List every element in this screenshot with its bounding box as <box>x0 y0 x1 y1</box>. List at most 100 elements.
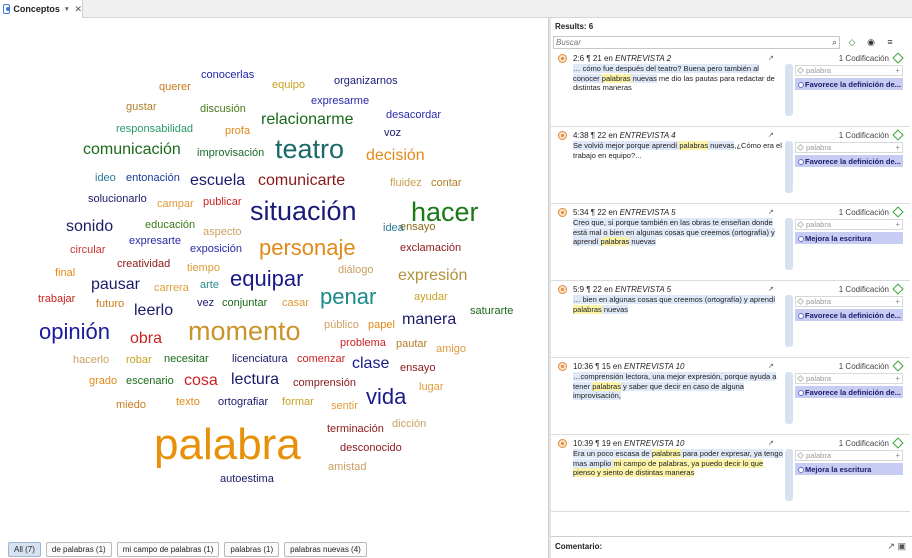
filter-button[interactable]: de palabras (1) <box>45 541 112 557</box>
cloud-word[interactable]: relacionarme <box>261 112 353 128</box>
code-tag[interactable]: Favorece la definición de... <box>795 386 903 398</box>
eye-icon[interactable]: ◉ <box>864 37 878 48</box>
cloud-word[interactable]: expresión <box>398 268 467 284</box>
code-tag[interactable]: Favorece la definición de... <box>795 155 903 167</box>
cloud-word[interactable]: formar <box>282 397 314 408</box>
open-quotation-icon[interactable]: ↗ <box>768 54 774 62</box>
cloud-word[interactable]: final <box>55 268 75 279</box>
result-card[interactable]: 5:34 ¶ 22 en ENTREVISTA 5 ↗ Creo que, si p… <box>551 205 910 281</box>
cloud-word[interactable]: personaje <box>259 237 356 259</box>
cloud-word[interactable]: obra <box>130 331 162 347</box>
cloud-word[interactable]: idea <box>383 223 404 234</box>
code-diamond-icon[interactable] <box>892 283 904 295</box>
cloud-word[interactable]: diálogo <box>338 265 373 276</box>
result-card[interactable]: 5:9 ¶ 22 en ENTREVISTA 5 ↗ … bien en algun… <box>551 282 910 358</box>
cloud-word[interactable]: escuela <box>190 173 245 189</box>
code-filter-icon[interactable]: ◇ <box>845 37 859 48</box>
cloud-word[interactable]: solucionarlo <box>88 194 147 205</box>
cloud-word[interactable]: sonido <box>66 219 113 235</box>
cloud-word[interactable]: momento <box>188 318 301 345</box>
code-diamond-icon[interactable] <box>892 437 904 449</box>
code-diamond-icon[interactable] <box>892 360 904 372</box>
filter-button[interactable]: All (7) <box>8 541 41 557</box>
cloud-word[interactable]: ideo <box>95 173 116 184</box>
cloud-word[interactable]: autoestima <box>220 474 274 485</box>
cloud-word[interactable]: profa <box>225 126 250 137</box>
code-tag[interactable]: Mejora la escritura <box>795 463 903 475</box>
cloud-word[interactable]: sentir <box>331 401 358 412</box>
cloud-word[interactable]: miedo <box>116 400 146 411</box>
cloud-word[interactable]: equipo <box>272 80 305 91</box>
add-code-input[interactable]: palabra + <box>795 142 903 153</box>
cloud-word[interactable]: educación <box>145 220 195 231</box>
code-diamond-icon[interactable] <box>892 52 904 64</box>
add-code-icon[interactable]: + <box>895 220 900 229</box>
save-icon[interactable]: ▣ <box>897 541 906 551</box>
cloud-word[interactable]: escenario <box>126 376 174 387</box>
search-icon[interactable]: ⌕ <box>832 37 837 48</box>
code-tag[interactable]: Mejora la escritura <box>795 232 903 244</box>
cloud-word[interactable]: lugar <box>419 382 443 393</box>
cloud-word[interactable]: equipar <box>230 268 303 290</box>
cloud-word[interactable]: desconocido <box>340 443 402 454</box>
cloud-word[interactable]: necesitar <box>164 354 209 365</box>
result-card[interactable]: 10:39 ¶ 19 en ENTREVISTA 10 ↗ Era un poco … <box>551 436 910 512</box>
cloud-word[interactable]: aspecto <box>203 227 242 238</box>
cloud-word[interactable]: situación <box>250 198 357 225</box>
cloud-word[interactable]: lectura <box>231 372 279 388</box>
add-code-input[interactable]: palabra + <box>795 219 903 230</box>
cloud-word[interactable]: exposición <box>190 244 242 255</box>
cloud-word[interactable]: amigo <box>436 344 466 355</box>
cloud-word[interactable]: público <box>324 320 359 331</box>
cloud-word[interactable]: exclamación <box>400 243 461 254</box>
cloud-word[interactable]: improvisación <box>197 148 264 159</box>
cloud-word[interactable]: opinión <box>39 321 110 343</box>
cloud-word[interactable]: penar <box>320 286 376 308</box>
cloud-word[interactable]: licenciatura <box>232 354 288 365</box>
cloud-word[interactable]: tiempo <box>187 263 220 274</box>
cloud-word[interactable]: campar <box>157 199 194 210</box>
cloud-word[interactable]: discusión <box>200 104 246 115</box>
code-diamond-icon[interactable] <box>892 206 904 218</box>
cloud-word[interactable]: conjuntar <box>222 298 267 309</box>
open-quotation-icon[interactable]: ↗ <box>768 362 774 370</box>
cloud-word[interactable]: saturarte <box>470 306 513 317</box>
cloud-word[interactable]: arte <box>200 280 219 291</box>
cloud-word[interactable]: comunicarte <box>258 173 345 189</box>
cloud-word[interactable]: palabra <box>154 423 301 467</box>
cloud-word[interactable]: desacordar <box>386 110 441 121</box>
cloud-word[interactable]: ortografiar <box>218 397 268 408</box>
open-quotation-icon[interactable]: ↗ <box>768 439 774 447</box>
cloud-word[interactable]: contar <box>431 178 462 189</box>
cloud-word[interactable]: futuro <box>96 299 124 310</box>
cloud-word[interactable]: manera <box>402 312 456 328</box>
cloud-word[interactable]: conocerlas <box>201 70 254 81</box>
menu-icon[interactable]: ≡ <box>883 37 897 47</box>
cloud-word[interactable]: dicción <box>392 419 426 430</box>
cloud-word[interactable]: decisión <box>366 148 425 164</box>
cloud-word[interactable]: vida <box>366 386 406 408</box>
cloud-word[interactable]: gustar <box>126 102 157 113</box>
cloud-word[interactable]: pausar <box>91 277 140 293</box>
filter-button[interactable]: palabras (1) <box>224 541 280 557</box>
result-card[interactable]: 2:6 ¶ 21 en ENTREVISTA 2 ↗ … cómo fue desp… <box>551 51 910 127</box>
open-quotation-icon[interactable]: ↗ <box>768 208 774 216</box>
add-code-icon[interactable]: + <box>895 66 900 75</box>
open-quotation-icon[interactable]: ↗ <box>768 131 774 139</box>
add-code-input[interactable]: palabra + <box>795 450 903 461</box>
cloud-word[interactable]: querer <box>159 82 191 93</box>
cloud-word[interactable]: pautar <box>396 339 427 350</box>
add-code-icon[interactable]: + <box>895 297 900 306</box>
cloud-word[interactable]: leerlo <box>134 303 173 319</box>
search-input[interactable]: Buscar ⌕ <box>553 35 840 49</box>
filter-button[interactable]: palabras nuevas (4) <box>284 541 367 557</box>
code-tag[interactable]: Favorece la definición de... <box>795 309 903 321</box>
cloud-word[interactable]: cosa <box>184 373 218 389</box>
result-card[interactable]: 4:38 ¶ 22 en ENTREVISTA 4 ↗ Se volvió mejo… <box>551 128 910 204</box>
cloud-word[interactable]: amistad <box>328 462 367 473</box>
cloud-word[interactable]: creatividad <box>117 259 170 270</box>
cloud-word[interactable]: responsabilidad <box>116 124 193 135</box>
result-card[interactable]: 10:36 ¶ 15 en ENTREVISTA 10 ↗ …comprensión… <box>551 359 910 435</box>
cloud-word[interactable]: vez <box>197 298 214 309</box>
cloud-word[interactable]: texto <box>176 397 200 408</box>
